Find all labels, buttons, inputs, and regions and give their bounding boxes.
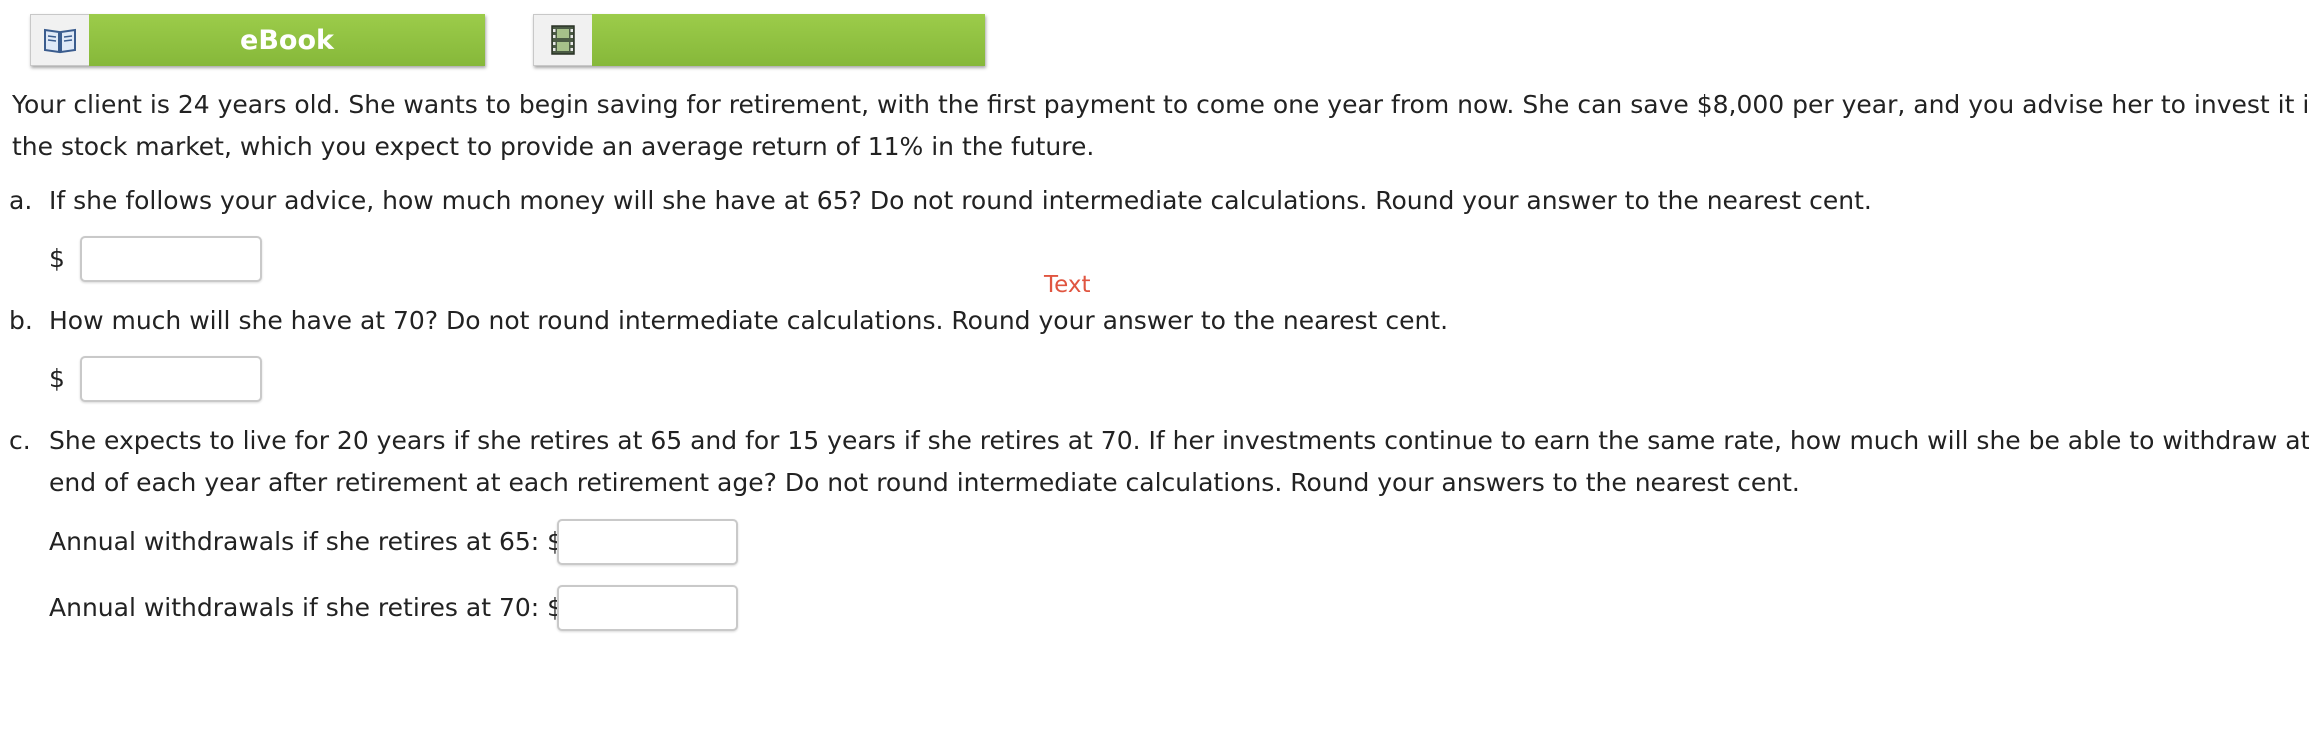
part-a-answer-input[interactable] <box>80 236 262 282</box>
withdrawal-65-label: Annual withdrawals if she retires at 65:… <box>49 527 564 556</box>
book-icon <box>30 14 89 66</box>
media-button[interactable] <box>533 14 985 66</box>
media-label <box>592 14 985 66</box>
part-b-marker: b. <box>9 306 33 335</box>
part-b-question: How much will she have at 70? Do not rou… <box>49 306 1449 335</box>
part-a-currency: $ <box>49 244 65 273</box>
question-intro-line2: the stock market, which you expect to pr… <box>12 132 1095 161</box>
withdrawal-70-input[interactable] <box>557 585 738 631</box>
withdrawal-70-label: Annual withdrawals if she retires at 70:… <box>49 593 564 622</box>
part-b-answer-input[interactable] <box>80 356 262 402</box>
ebook-button[interactable]: eBook <box>30 14 485 66</box>
withdrawal-65-input[interactable] <box>557 519 738 565</box>
question-intro-line1: Your client is 24 years old. She wants t… <box>12 90 2309 119</box>
part-c-question-line2: end of each year after retirement at eac… <box>49 468 1800 497</box>
film-icon <box>533 14 592 66</box>
part-c-question-line1: She expects to live for 20 years if she … <box>49 426 2309 455</box>
part-b-currency: $ <box>49 364 65 393</box>
overlay-text: Text <box>1044 272 1091 298</box>
part-a-marker: a. <box>9 186 33 215</box>
part-c-marker: c. <box>9 426 31 455</box>
part-a-question: If she follows your advice, how much mon… <box>49 186 1872 215</box>
ebook-label: eBook <box>89 14 485 66</box>
